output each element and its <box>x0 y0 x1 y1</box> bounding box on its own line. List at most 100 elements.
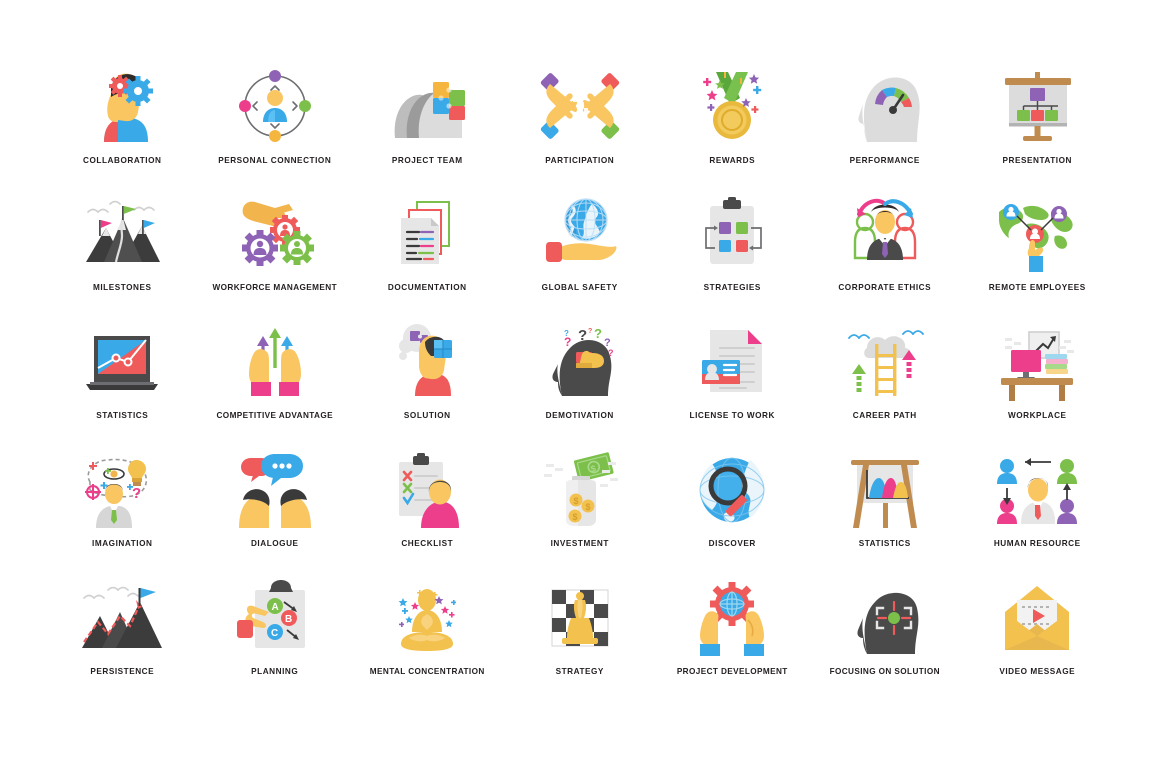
desk-monitor-books-icon <box>989 320 1085 404</box>
icon-cell-demotivation[interactable]: ? ? ? ? ? ? ? DEMOTIVATION <box>504 318 657 446</box>
icon-cell-strategy[interactable]: STRATEGY <box>504 574 657 702</box>
svg-text:?: ? <box>594 326 602 341</box>
icon-label: SOLUTION <box>403 411 451 420</box>
icon-label: FOCUSING ON SOLUTION <box>829 667 940 676</box>
icon-cell-human-resource[interactable]: HUMAN RESOURCE <box>961 446 1114 574</box>
icon-label: STATISTICS <box>96 411 149 420</box>
person-orbit-network-icon <box>227 64 323 148</box>
person-lightbulb-ideas-icon: ? <box>74 448 170 532</box>
icon-cell-career-path[interactable]: CAREER PATH <box>809 318 962 446</box>
icon-label: WORKFORCE MANAGEMENT <box>212 283 337 292</box>
laptop-chart-icon <box>74 320 170 404</box>
head-with-gears-icon <box>74 64 170 148</box>
mountain-flag-path-icon <box>74 576 170 660</box>
icon-cell-global-safety[interactable]: GLOBAL SAFETY <box>504 190 657 318</box>
head-gauge-icon <box>837 64 933 148</box>
world-map-avatars-icon <box>989 192 1085 276</box>
icon-label: STATISTICS <box>858 539 911 548</box>
icon-label: LICENSE TO WORK <box>689 411 775 420</box>
presentation-board-org-chart-icon <box>989 64 1085 148</box>
icon-cell-imagination[interactable]: ? IMAGINATION <box>46 446 199 574</box>
icon-cell-dialogue[interactable]: DIALOGUE <box>199 446 352 574</box>
svg-text:?: ? <box>578 327 587 344</box>
icon-label: COLLABORATION <box>83 156 162 165</box>
svg-text:$: $ <box>572 512 577 522</box>
icon-cell-statistics-easel[interactable]: STATISTICS <box>809 446 962 574</box>
stacked-documents-icon <box>379 192 475 276</box>
icon-cell-remote-employees[interactable]: REMOTE EMPLOYEES <box>961 190 1114 318</box>
icon-label: DIALOGUE <box>250 539 299 548</box>
icon-cell-corporate-ethics[interactable]: CORPORATE ETHICS <box>809 190 962 318</box>
icon-cell-mental-concentration[interactable]: MENTAL CONCENTRATION <box>351 574 504 702</box>
icon-cell-rewards[interactable]: REWARDS <box>656 62 809 190</box>
icon-label: REMOTE EMPLOYEES <box>988 283 1086 292</box>
icon-label: STRATEGIES <box>703 283 761 292</box>
icon-cell-strategies[interactable]: STRATEGIES <box>656 190 809 318</box>
icon-label: PERSONAL CONNECTION <box>218 156 332 165</box>
icon-label: CHECKLIST <box>401 539 454 548</box>
icon-label: COMPETITIVE ADVANTAGE <box>216 411 333 420</box>
chessboard-queen-icon <box>532 576 628 660</box>
head-thumbs-down-questions-icon: ? ? ? ? ? ? ? <box>532 320 628 404</box>
icon-label: PROJECT DEVELOPMENT <box>676 667 788 676</box>
icon-cell-statistics-laptop[interactable]: STATISTICS <box>46 318 199 446</box>
icon-cell-license-to-work[interactable]: LICENSE TO WORK <box>656 318 809 446</box>
icon-label: INVESTMENT <box>550 539 609 548</box>
meditation-lotus-icon <box>379 576 475 660</box>
icon-cell-persistence[interactable]: PERSISTENCE <box>46 574 199 702</box>
svg-text:?: ? <box>608 348 614 358</box>
icon-cell-collaboration[interactable]: COLLABORATION <box>46 62 199 190</box>
icon-cell-planning[interactable]: A B C PLANNING <box>199 574 352 702</box>
icon-label: CAREER PATH <box>852 411 917 420</box>
icon-cell-documentation[interactable]: DOCUMENTATION <box>351 190 504 318</box>
icon-cell-solution[interactable]: SOLUTION <box>351 318 504 446</box>
icon-cell-workplace[interactable]: WORKPLACE <box>961 318 1114 446</box>
icon-label: GLOBAL SAFETY <box>541 283 618 292</box>
icon-cell-performance[interactable]: PERFORMANCE <box>809 62 962 190</box>
hand-holding-globe-icon <box>532 192 628 276</box>
icon-cell-checklist[interactable]: CHECKLIST <box>351 446 504 574</box>
svg-text:$: $ <box>573 496 578 506</box>
icon-cell-project-team[interactable]: PROJECT TEAM <box>351 62 504 190</box>
icon-cell-personal-connection[interactable]: PERSONAL CONNECTION <box>199 62 352 190</box>
icon-cell-video-message[interactable]: VIDEO MESSAGE <box>961 574 1114 702</box>
globe-magnifier-icon <box>684 448 780 532</box>
two-heads-speech-bubbles-icon <box>227 448 323 532</box>
icon-cell-focusing-on-solution[interactable]: FOCUSING ON SOLUTION <box>809 574 962 702</box>
svg-text:?: ? <box>588 328 592 335</box>
svg-text:?: ? <box>564 329 569 338</box>
document-id-card-icon <box>684 320 780 404</box>
icon-cell-participation[interactable]: PARTICIPATION <box>504 62 657 190</box>
head-target-focus-icon <box>837 576 933 660</box>
icon-cell-discover[interactable]: DISCOVER <box>656 446 809 574</box>
icon-sheet: COLLABORATION PERSONAL CONNECTION PROJEC… <box>0 0 1160 772</box>
icon-cell-project-development[interactable]: PROJECT DEVELOPMENT <box>656 574 809 702</box>
heads-puzzle-icon <box>379 64 475 148</box>
mountains-flags-icon <box>74 192 170 276</box>
icon-label: MENTAL CONCENTRATION <box>369 667 485 676</box>
icon-cell-workforce-management[interactable]: WORKFORCE MANAGEMENT <box>199 190 352 318</box>
head-puzzle-thought-icon <box>379 320 475 404</box>
hands-up-arrows-icon <box>227 320 323 404</box>
icon-label: IMAGINATION <box>92 539 153 548</box>
icon-label: PERSISTENCE <box>90 667 155 676</box>
icon-label: DOCUMENTATION <box>387 283 467 292</box>
hand-gears-people-icon <box>227 192 323 276</box>
icon-cell-milestones[interactable]: MILESTONES <box>46 190 199 318</box>
svg-text:?: ? <box>132 485 141 502</box>
icon-label: STRATEGY <box>555 667 604 676</box>
icon-cell-presentation[interactable]: PRESENTATION <box>961 62 1114 190</box>
icon-label: MILESTONES <box>92 283 152 292</box>
svg-text:B: B <box>285 614 292 625</box>
icon-label: PRESENTATION <box>1002 156 1073 165</box>
icon-label: PARTICIPATION <box>545 156 615 165</box>
icon-label: WORKPLACE <box>1007 411 1067 420</box>
four-hands-puzzle-icon <box>532 64 628 148</box>
icon-label: PROJECT TEAM <box>391 156 463 165</box>
icon-cell-investment[interactable]: $ $ $ $ INVESTMENT <box>504 446 657 574</box>
icon-cell-competitive-advantage[interactable]: COMPETITIVE ADVANTAGE <box>199 318 352 446</box>
icon-label: DEMOTIVATION <box>545 411 614 420</box>
clipboard-flow-squares-icon <box>684 192 780 276</box>
svg-text:C: C <box>271 628 278 639</box>
clipboard-abc-hand-icon: A B C <box>227 576 323 660</box>
